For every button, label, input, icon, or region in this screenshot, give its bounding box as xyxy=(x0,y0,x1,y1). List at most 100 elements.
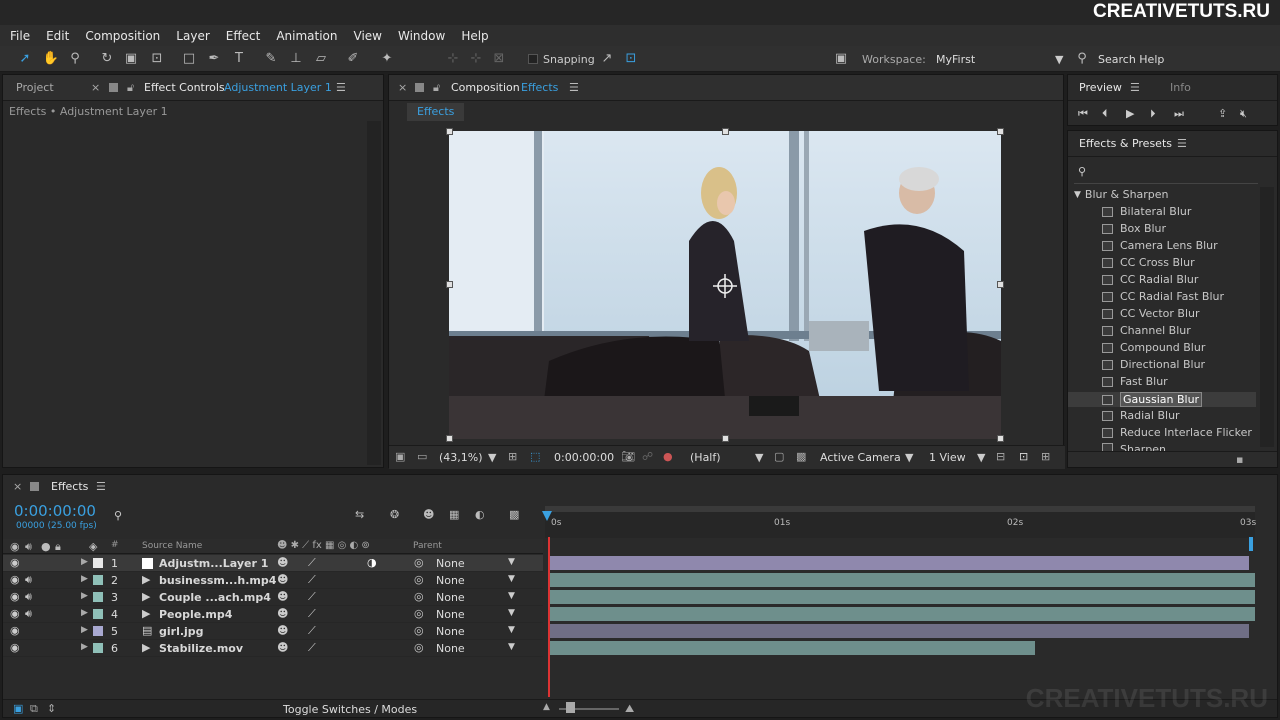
effect-controls-target[interactable]: Adjustment Layer 1 xyxy=(224,81,332,94)
eye-icon[interactable]: ◉ xyxy=(10,590,20,603)
quality-switch-icon[interactable]: ⟋ xyxy=(308,590,316,604)
effect-item[interactable]: CC Radial Blur xyxy=(1102,273,1198,286)
effect-item[interactable]: Directional Blur xyxy=(1102,358,1205,371)
menu-help[interactable]: Help xyxy=(461,29,488,43)
camera-select[interactable]: Active Camera xyxy=(820,451,901,464)
hand-tool-icon[interactable]: ✋ xyxy=(42,50,60,68)
eye-icon[interactable]: ◉ xyxy=(10,573,20,586)
motion-blur-icon[interactable]: ◐ xyxy=(475,508,485,521)
tab-timeline-effects[interactable]: Effects xyxy=(51,480,88,493)
zoom-slider-handle[interactable] xyxy=(566,702,575,713)
tab-effects-presets[interactable]: Effects & Presets xyxy=(1079,137,1172,150)
layer-switches-icon[interactable]: ▣ xyxy=(13,702,23,715)
chevron-down-icon[interactable]: ▼ xyxy=(1074,190,1081,200)
effect-item[interactable]: CC Radial Fast Blur xyxy=(1102,290,1224,303)
transform-handle[interactable] xyxy=(446,128,453,135)
label-color-swatch[interactable] xyxy=(93,643,103,653)
layer-name[interactable]: Adjustm...Layer 1 xyxy=(159,557,268,570)
menu-view[interactable]: View xyxy=(354,29,382,43)
effect-item[interactable]: Channel Blur xyxy=(1102,324,1191,337)
chevron-down-icon[interactable]: ▼ xyxy=(905,451,913,464)
layer-name[interactable]: Stabilize.mov xyxy=(159,642,243,655)
chevron-down-icon[interactable]: ▼ xyxy=(508,642,515,652)
quality-switch-icon[interactable]: ⟋ xyxy=(308,556,316,570)
tab-composition[interactable]: Composition xyxy=(451,81,520,94)
puppet-pin-tool-icon[interactable]: ✦ xyxy=(378,50,396,68)
expand-triangle-icon[interactable]: ▶ xyxy=(81,642,88,652)
pick-whip-icon[interactable]: ◎ xyxy=(414,556,424,569)
play-icon[interactable]: ▶ xyxy=(1126,107,1134,120)
frame-blending-icon[interactable]: ▦ xyxy=(449,508,459,521)
comp-flowchart-tab[interactable]: Effects xyxy=(407,103,465,121)
shy-switch-icon[interactable]: ☻ xyxy=(277,590,288,603)
eye-icon[interactable]: ◉ xyxy=(10,556,20,569)
tab-info[interactable]: Info xyxy=(1170,81,1191,94)
quality-switch-icon[interactable]: ⟋ xyxy=(308,641,316,655)
parent-select[interactable]: None xyxy=(436,625,465,638)
menu-animation[interactable]: Animation xyxy=(276,29,337,43)
eye-icon[interactable]: ◉ xyxy=(10,607,20,620)
menu-edit[interactable]: Edit xyxy=(46,29,69,43)
effect-item[interactable]: Compound Blur xyxy=(1102,341,1205,354)
toggle-pixel-aspect-icon[interactable]: ⊟ xyxy=(996,450,1005,463)
axis-local-icon[interactable]: ⊹ xyxy=(444,50,462,68)
eye-icon[interactable]: ◉ xyxy=(10,641,20,654)
pick-whip-icon[interactable]: ◎ xyxy=(414,607,424,620)
layer-row[interactable]: ◉ ▶ 1 Adjustm...Layer 1 ☻ ⟋ ◑ ◎ None ▼ xyxy=(3,555,543,572)
label-color-swatch[interactable] xyxy=(93,592,103,602)
zoom-tool-icon[interactable]: ⚲ xyxy=(66,50,84,68)
layer-name[interactable]: girl.jpg xyxy=(159,625,204,638)
transform-handle[interactable] xyxy=(997,281,1004,288)
effect-item[interactable]: Radial Blur xyxy=(1102,409,1180,422)
chevron-down-icon[interactable]: ▼ xyxy=(488,451,496,464)
draft-3d-icon[interactable]: ❂ xyxy=(390,508,399,521)
graph-editor-icon[interactable]: ▩ xyxy=(509,508,519,521)
region-of-interest-icon[interactable]: ▢ xyxy=(774,450,784,463)
shy-switch-icon[interactable]: ☻ xyxy=(277,556,288,569)
rotate-tool-icon[interactable]: ↻ xyxy=(98,50,116,68)
quality-switch-icon[interactable]: ⟋ xyxy=(308,607,316,621)
snap-feature-icon[interactable]: ⊡ xyxy=(622,50,640,68)
close-icon[interactable]: × xyxy=(398,81,407,94)
layer-row[interactable]: ◉ 🔊︎ ▶ 2 ▶ businessm...h.mp4 ☻ ⟋ ◎ None ▼ xyxy=(3,572,543,589)
composition-viewer[interactable] xyxy=(449,131,1001,439)
chevron-down-icon[interactable]: ▼ xyxy=(508,591,515,601)
label-color-swatch[interactable] xyxy=(93,575,103,585)
chevron-down-icon[interactable]: ▼ xyxy=(977,451,985,464)
menu-file[interactable]: File xyxy=(10,29,30,43)
parent-select[interactable]: None xyxy=(436,557,465,570)
next-frame-icon[interactable]: ⏵ xyxy=(1150,107,1156,121)
menu-window[interactable]: Window xyxy=(398,29,445,43)
transform-handle[interactable] xyxy=(446,435,453,442)
transform-handle[interactable] xyxy=(722,128,729,135)
layer-duration-bar[interactable] xyxy=(549,607,1255,621)
speaker-icon[interactable]: 🔊︎ xyxy=(25,573,32,587)
fast-previews-icon[interactable]: ⊡ xyxy=(1019,450,1028,463)
quality-switch-icon[interactable]: ⟋ xyxy=(308,624,316,638)
panel-menu-icon[interactable]: ☰ xyxy=(1177,137,1187,150)
quality-switch-icon[interactable]: ⟋ xyxy=(308,573,316,587)
composition-mini-flowchart-icon[interactable]: ⇆ xyxy=(355,508,364,521)
expand-triangle-icon[interactable]: ▶ xyxy=(81,557,88,567)
parent-select[interactable]: None xyxy=(436,591,465,604)
resolution-select[interactable]: (Half) xyxy=(690,451,721,464)
effect-item-selected[interactable]: Gaussian Blur xyxy=(1068,392,1256,407)
mute-audio-icon[interactable]: 🔇︎ xyxy=(1240,107,1247,121)
work-area-end[interactable] xyxy=(1249,537,1253,551)
first-frame-icon[interactable]: ⏮ xyxy=(1078,107,1088,121)
expand-triangle-icon[interactable]: ▶ xyxy=(81,625,88,635)
layer-row[interactable]: ◉ 🔊︎ ▶ 3 ▶ Couple ...ach.mp4 ☻ ⟋ ◎ None ▼ xyxy=(3,589,543,606)
transparency-grid-icon[interactable]: ▩ xyxy=(796,450,806,463)
layer-row[interactable]: ◉ ▶ 5 ▤ girl.jpg ☻ ⟋ ◎ None ▼ xyxy=(3,623,543,640)
pen-tool-icon[interactable]: ✒ xyxy=(205,50,223,68)
layer-name[interactable]: businessm...h.mp4 xyxy=(159,574,276,587)
chevron-down-icon[interactable]: ▼ xyxy=(508,557,515,567)
eye-icon[interactable]: ◉ xyxy=(10,624,20,637)
column-source-name[interactable]: Source Name xyxy=(142,541,202,551)
shy-switch-icon[interactable]: ☻ xyxy=(277,641,288,654)
chevron-down-icon[interactable]: ▼ xyxy=(755,451,763,464)
adjustment-switch-icon[interactable]: ◑ xyxy=(367,556,377,569)
lock-icon[interactable]: 🔓︎ xyxy=(433,81,440,95)
timeline-icon[interactable]: ⊞ xyxy=(1041,450,1050,463)
category-blur-sharpen[interactable]: ▼ Blur & Sharpen xyxy=(1074,188,1169,201)
